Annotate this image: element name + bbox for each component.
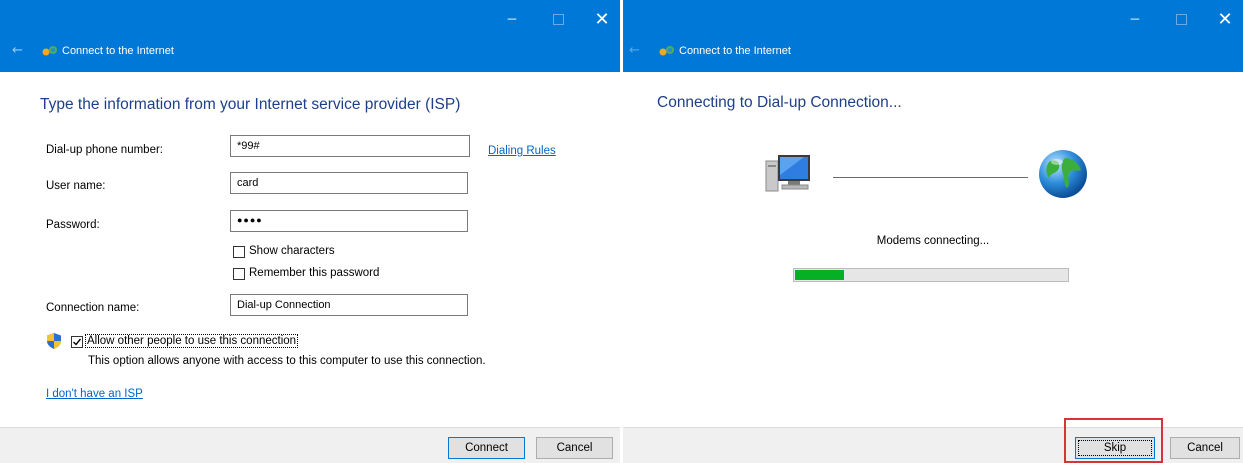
phone-label: Dial-up phone number: — [46, 144, 163, 156]
back-arrow-icon[interactable]: ← — [12, 43, 23, 58]
connect-button[interactable]: Connect — [448, 437, 525, 459]
computer-icon — [765, 155, 810, 192]
allow-others-description: This option allows anyone with access to… — [88, 355, 486, 367]
maximize-icon[interactable] — [1166, 8, 1196, 32]
page-heading: Connecting to Dial-up Connection... — [657, 94, 902, 111]
network-connection-icon — [659, 46, 674, 56]
title-bar: ─ ✕ ← Connect to the Internet — [0, 0, 620, 72]
connect-dialog-isp: ─ ✕ ← Connect to the Internet Type the i… — [0, 0, 620, 463]
highlight-box — [1064, 418, 1163, 463]
remember-password-label[interactable]: Remember this password — [249, 267, 379, 279]
allow-others-checkbox[interactable] — [71, 336, 83, 348]
cancel-button-label: Cancel — [556, 442, 593, 454]
connection-line — [833, 177, 1028, 178]
minimize-icon[interactable]: ─ — [497, 8, 527, 32]
back-arrow-icon: ← — [629, 43, 640, 58]
remember-password-checkbox[interactable] — [233, 268, 245, 280]
checkmark-icon — [73, 338, 82, 346]
maximize-icon[interactable] — [543, 8, 573, 32]
page-heading: Type the information from your Internet … — [40, 96, 461, 113]
password-input[interactable]: ●●●● — [230, 210, 468, 232]
close-icon[interactable]: ✕ — [587, 8, 617, 32]
cancel-button-label: Cancel — [1187, 442, 1223, 454]
dialog-footer: Connect Cancel — [0, 427, 620, 463]
connection-name-label: Connection name: — [46, 302, 140, 314]
connect-dialog-progress: ─ ✕ ← Connect to the Internet Connecting… — [623, 0, 1243, 463]
progress-fill — [795, 270, 844, 280]
uac-shield-icon — [47, 333, 61, 349]
cancel-button[interactable]: Cancel — [1170, 437, 1240, 459]
network-connection-icon — [42, 46, 57, 56]
allow-others-label[interactable]: Allow other people to use this connectio… — [85, 334, 299, 348]
window-title: Connect to the Internet — [679, 45, 791, 57]
window-title: Connect to the Internet — [62, 45, 174, 57]
status-text: Modems connecting... — [876, 235, 990, 247]
cancel-button[interactable]: Cancel — [536, 437, 613, 459]
no-isp-link[interactable]: I don't have an ISP — [46, 388, 143, 400]
show-characters-checkbox[interactable] — [233, 246, 245, 258]
username-input[interactable]: card — [230, 172, 468, 194]
password-label: Password: — [46, 219, 100, 231]
minimize-icon[interactable]: ─ — [1120, 8, 1150, 32]
close-icon[interactable]: ✕ — [1210, 8, 1240, 32]
connect-button-label: Connect — [465, 442, 508, 454]
globe-icon — [1039, 150, 1087, 198]
dialing-rules-link[interactable]: Dialing Rules — [488, 145, 556, 157]
connection-name-input[interactable]: Dial-up Connection — [230, 294, 468, 316]
show-characters-label[interactable]: Show characters — [249, 245, 335, 257]
title-bar: ─ ✕ ← Connect to the Internet — [623, 0, 1243, 72]
phone-number-input[interactable]: *99# — [230, 135, 470, 157]
username-label: User name: — [46, 180, 106, 192]
progress-bar — [793, 268, 1069, 282]
